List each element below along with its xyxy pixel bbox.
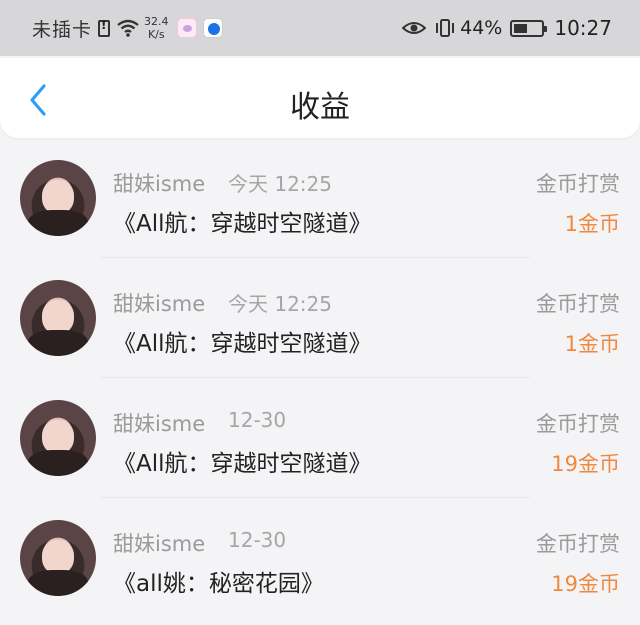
reward-type: 金币打赏	[536, 172, 620, 196]
list-item[interactable]: 甜妹isme 今天 12:25 《All航：穿越时空隧道》 金币打赏 1金币	[0, 138, 640, 258]
header: 收益	[0, 58, 640, 138]
reward-time: 12-30	[228, 408, 287, 432]
status-bar-right: 44% 10:27	[402, 16, 612, 40]
work-title: 《all姚：秘密花园》	[113, 571, 324, 597]
user-nickname: 甜妹isme	[113, 292, 206, 316]
user-nickname: 甜妹isme	[113, 532, 206, 556]
page-title: 收益	[290, 90, 350, 125]
wifi-icon	[116, 19, 140, 37]
network-speed-unit: K/s	[147, 28, 165, 41]
sim-icon	[98, 18, 111, 37]
earnings-list: 甜妹isme 今天 12:25 《All航：穿越时空隧道》 金币打赏 1金币 甜…	[0, 138, 640, 618]
reward-time: 今天 12:25	[228, 292, 332, 316]
user-nickname: 甜妹isme	[113, 412, 206, 436]
reward-type: 金币打赏	[536, 292, 620, 316]
reward-time: 12-30	[228, 528, 287, 552]
network-speed-value: 32.4	[144, 15, 169, 28]
reward-amount: 19金币	[551, 572, 620, 596]
reward-time: 今天 12:25	[228, 172, 332, 196]
avatar[interactable]	[20, 160, 96, 236]
work-title: 《All航：穿越时空隧道》	[113, 451, 372, 477]
status-bar: 未插卡 32.4 K/s	[0, 0, 640, 56]
reward-type: 金币打赏	[536, 532, 620, 556]
reward-amount: 1金币	[564, 212, 620, 236]
avatar[interactable]	[20, 400, 96, 476]
carrier-label: 未插卡	[32, 18, 93, 41]
reward-amount: 1金币	[564, 332, 620, 356]
app-notification-icon	[176, 18, 197, 38]
avatar[interactable]	[20, 520, 96, 596]
vibrate-icon	[434, 18, 456, 38]
avatar[interactable]	[20, 280, 96, 356]
list-item[interactable]: 甜妹isme 12-30 《All航：穿越时空隧道》 金币打赏 19金币	[0, 378, 640, 498]
app-notification-icon-2	[202, 18, 223, 38]
network-speed: 32.4 K/s	[144, 15, 169, 41]
clock: 10:27	[554, 16, 612, 40]
work-title: 《All航：穿越时空隧道》	[113, 331, 372, 357]
status-bar-left: 未插卡 32.4 K/s	[32, 15, 223, 42]
reward-type: 金币打赏	[536, 412, 620, 436]
eye-comfort-icon	[402, 20, 427, 36]
list-item[interactable]: 甜妹isme 今天 12:25 《All航：穿越时空隧道》 金币打赏 1金币	[0, 258, 640, 378]
reward-amount: 19金币	[551, 452, 620, 476]
user-nickname: 甜妹isme	[113, 172, 206, 196]
battery-icon	[510, 19, 548, 37]
battery-percent: 44%	[460, 17, 503, 39]
list-item[interactable]: 甜妹isme 12-30 《all姚：秘密花园》 金币打赏 19金币	[0, 498, 640, 618]
work-title: 《All航：穿越时空隧道》	[113, 211, 372, 237]
